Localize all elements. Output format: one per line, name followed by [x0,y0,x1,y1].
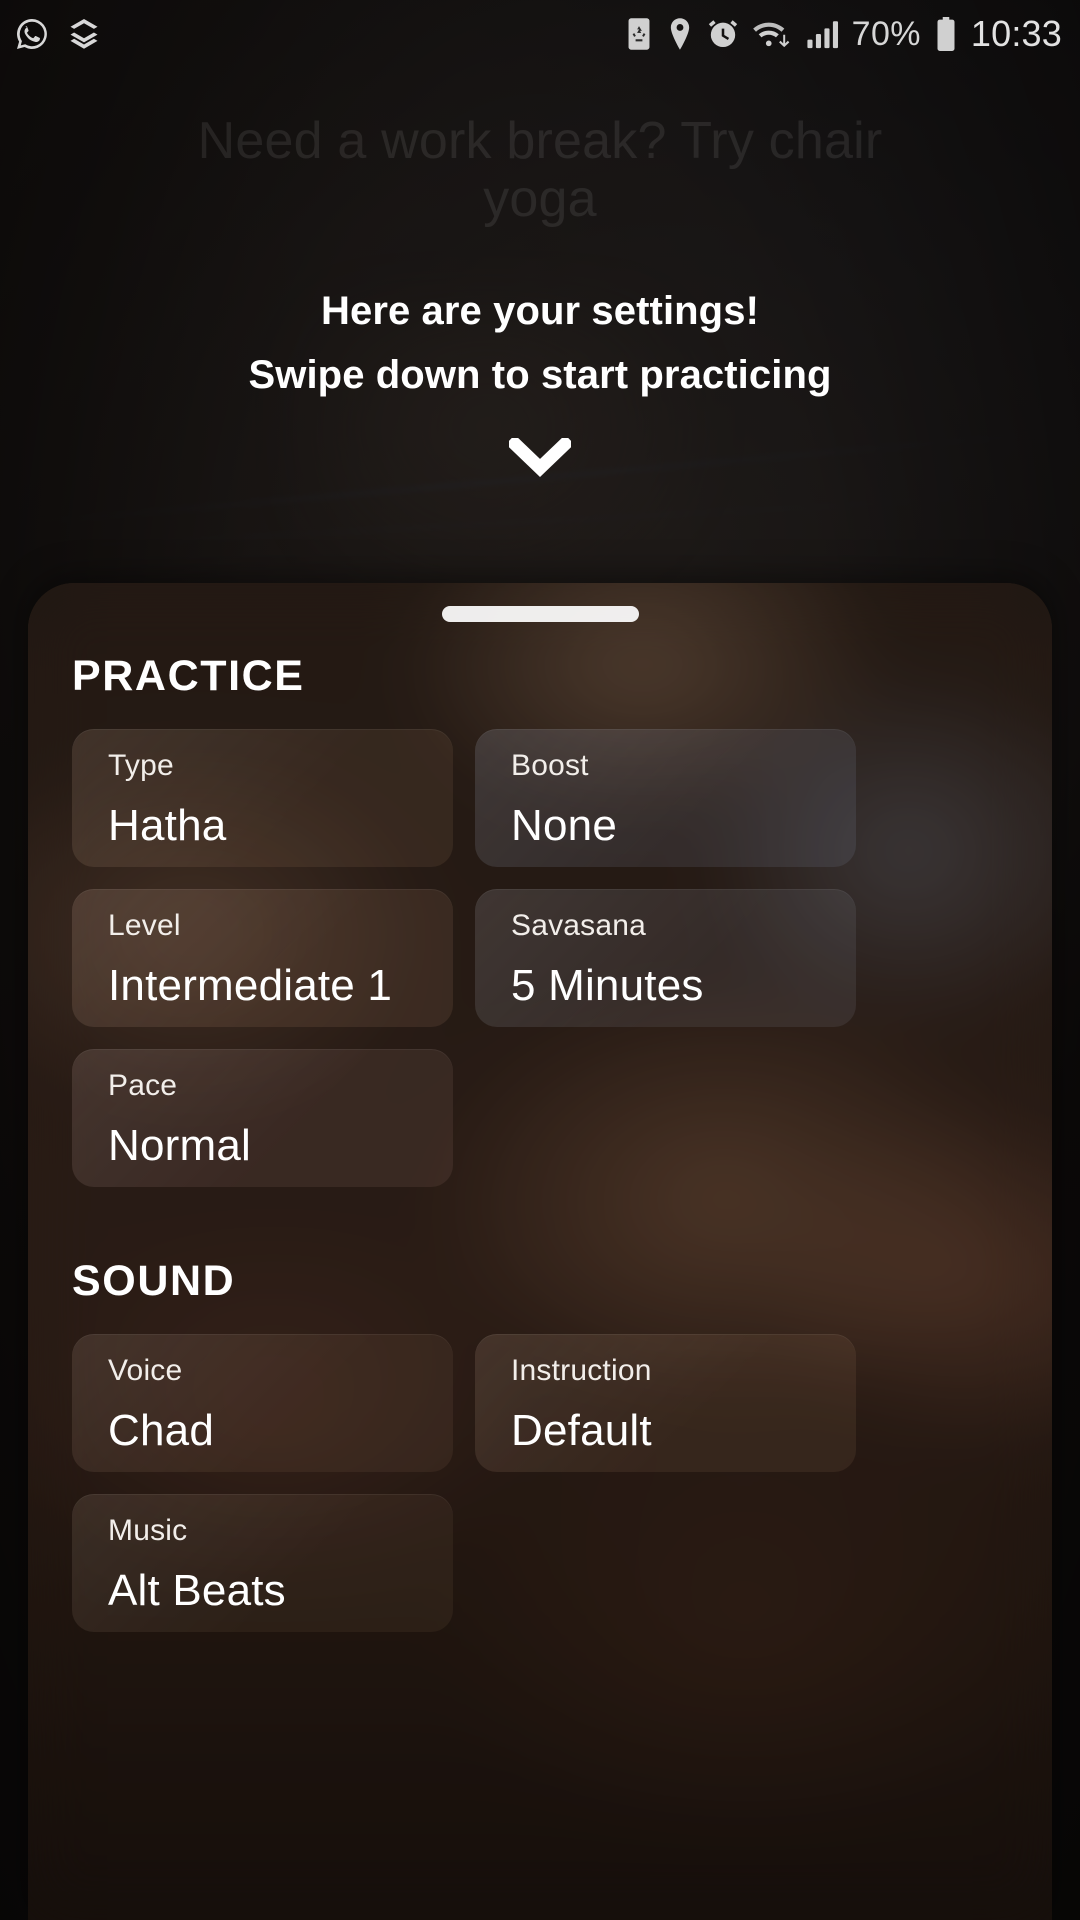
sound-card-grid: Voice Chad Instruction Default Music Alt… [50,1334,1030,1632]
setting-card-type[interactable]: Type Hatha [72,729,453,867]
swipe-down-button[interactable] [0,430,1080,492]
setting-card-boost[interactable]: Boost None [475,729,856,867]
layers-notification-icon [66,16,102,52]
setting-card-pace[interactable]: Pace Normal [72,1049,453,1187]
hero-subtitle-line1: Here are your settings! [320,289,759,334]
setting-value: Alt Beats [108,1566,286,1615]
location-pin-icon [666,17,694,51]
alarm-clock-icon [706,17,740,51]
setting-value: Hatha [108,801,227,850]
section-title-sound: SOUND [72,1257,236,1305]
battery-icon [933,17,959,51]
battery-percent-label: 70% [851,15,921,53]
setting-label: Type [108,749,174,782]
section-title-practice: PRACTICE [72,652,305,700]
setting-value: None [511,801,617,850]
setting-label: Voice [108,1354,183,1387]
settings-bottom-sheet[interactable]: PRACTICE Type Hatha Boost None Level Int… [28,583,1052,1920]
hero-section: Need a work break? Try chair yoga Here a… [0,0,1080,492]
whatsapp-icon [14,16,50,52]
setting-label: Music [108,1514,188,1547]
battery-saver-icon [624,17,654,51]
clock-label: 10:33 [970,13,1062,54]
status-bar-notifications [14,16,102,52]
practice-card-grid: Type Hatha Boost None Level Intermediate… [50,729,1030,1187]
setting-value: Normal [108,1121,251,1170]
hero-subtitle-line2: Swipe down to start practicing [248,353,832,398]
setting-card-voice[interactable]: Voice Chad [72,1334,453,1472]
setting-value: Default [511,1406,652,1455]
setting-label: Level [108,909,181,942]
page-title: Need a work break? Try chair yoga [197,112,883,229]
setting-label: Instruction [511,1354,652,1387]
setting-label: Pace [108,1069,178,1102]
status-bar: 70% 10:33 [0,0,1080,68]
status-bar-system: 70% 10:33 [624,13,1062,55]
sheet-drag-handle[interactable] [441,606,639,622]
setting-card-level[interactable]: Level Intermediate 1 [72,889,453,1027]
setting-card-music[interactable]: Music Alt Beats [72,1494,453,1632]
setting-label: Savasana [511,909,647,942]
setting-value: Intermediate 1 [108,961,393,1010]
setting-value: 5 Minutes [511,961,704,1010]
setting-card-instruction[interactable]: Instruction Default [475,1334,856,1472]
sheet-content: PRACTICE Type Hatha Boost None Level Int… [28,583,1052,1920]
setting-label: Boost [511,749,589,782]
setting-card-savasana[interactable]: Savasana 5 Minutes [475,889,856,1027]
cellular-signal-icon [806,17,840,51]
wifi-data-icon [752,17,794,51]
phone-screen: 70% 10:33 Need a work break? Try chair y… [0,0,1080,1920]
chevron-down-icon [505,434,575,485]
setting-value: Chad [108,1406,214,1455]
